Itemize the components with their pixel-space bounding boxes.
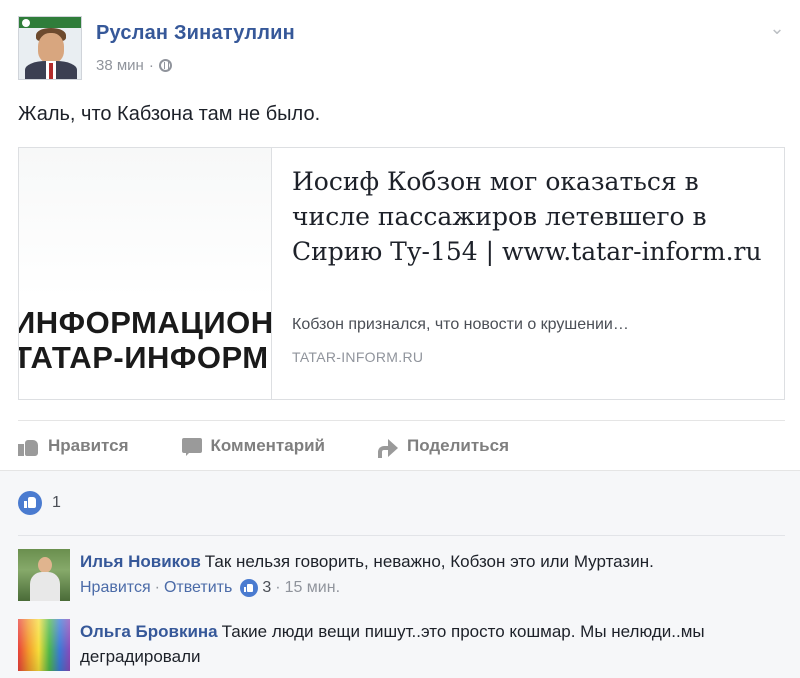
image-text-line1: ИНФОРМАЦИОН bbox=[19, 305, 272, 340]
share-button[interactable]: Поделиться bbox=[377, 436, 510, 458]
commenter-name[interactable]: Илья Новиков bbox=[80, 552, 201, 571]
commenter-avatar[interactable] bbox=[18, 549, 70, 601]
link-domain: TATAR-INFORM.RU bbox=[292, 349, 424, 365]
post-time[interactable]: 38 мин bbox=[96, 57, 144, 74]
meta-separator: · bbox=[148, 57, 154, 74]
comment-icon bbox=[181, 436, 203, 456]
like-count: 1 bbox=[52, 494, 61, 511]
avatar-logo bbox=[22, 19, 30, 27]
comment-like-link[interactable]: Нравится bbox=[80, 579, 151, 597]
post: Руслан Зинатуллин 38 мин · ⌄ Жаль, что К… bbox=[0, 0, 800, 470]
share-icon bbox=[377, 436, 399, 458]
globe-icon[interactable] bbox=[158, 59, 172, 72]
comment: Илья Новиков Так нельзя говорить, неважно… bbox=[18, 549, 788, 609]
like-badge-icon bbox=[18, 491, 42, 515]
thumb-icon bbox=[18, 436, 40, 456]
divider bbox=[18, 535, 785, 536]
link-preview-image[interactable]: ИНФОРМАЦИОН ТАТАР-ИНФОРМ bbox=[19, 148, 272, 399]
commenter-name[interactable]: Ольга Бровкина bbox=[80, 622, 218, 641]
like-button[interactable]: Нравится bbox=[18, 436, 129, 456]
action-bar: Нравится Комментарий Поделиться bbox=[18, 430, 561, 462]
comments-area: 1 Илья Новиков Так нельзя говорить, неваж… bbox=[0, 470, 800, 678]
comment-body: Илья Новиков Так нельзя говорить, неважно… bbox=[80, 549, 780, 574]
comment: Ольга Бровкина Такие люди вещи пишут..это… bbox=[18, 619, 788, 678]
comment-reply-link[interactable]: Ответить bbox=[164, 579, 232, 597]
link-title[interactable]: Иосиф Кобзон мог оказаться в числе пасса… bbox=[292, 164, 762, 269]
like-badge-icon[interactable] bbox=[240, 579, 259, 597]
comment-button[interactable]: Комментарий bbox=[181, 436, 325, 456]
divider bbox=[18, 420, 785, 421]
commenter-avatar[interactable] bbox=[18, 619, 70, 671]
comment-meta: Нравится · Ответить 3 · 15 мин. bbox=[80, 579, 341, 597]
image-text-line2: ТАТАР-ИНФОРМ bbox=[19, 340, 269, 375]
comment-time[interactable]: 15 мин. bbox=[285, 579, 340, 597]
comment-text: Так нельзя говорить, неважно, Кобзон это… bbox=[204, 552, 654, 571]
like-label: Нравится bbox=[48, 436, 129, 455]
author-avatar[interactable] bbox=[18, 16, 82, 80]
comment-label: Комментарий bbox=[210, 436, 325, 455]
chevron-down-icon[interactable]: ⌄ bbox=[767, 18, 787, 38]
link-preview-card[interactable]: ИНФОРМАЦИОН ТАТАР-ИНФОРМ Иосиф Кобзон мо… bbox=[18, 147, 785, 400]
reactions-summary[interactable]: 1 bbox=[18, 491, 61, 515]
comment-body: Ольга Бровкина Такие люди вещи пишут..это… bbox=[80, 619, 780, 669]
comment-like-count[interactable]: 3 bbox=[262, 579, 271, 597]
share-label: Поделиться bbox=[406, 436, 510, 455]
link-description: Кобзон признался, что новости о крушении… bbox=[292, 316, 629, 333]
post-meta: 38 мин · bbox=[96, 57, 172, 74]
post-text: Жаль, что Кабзона там не было. bbox=[18, 103, 321, 125]
author-name[interactable]: Руслан Зинатуллин bbox=[96, 22, 295, 45]
